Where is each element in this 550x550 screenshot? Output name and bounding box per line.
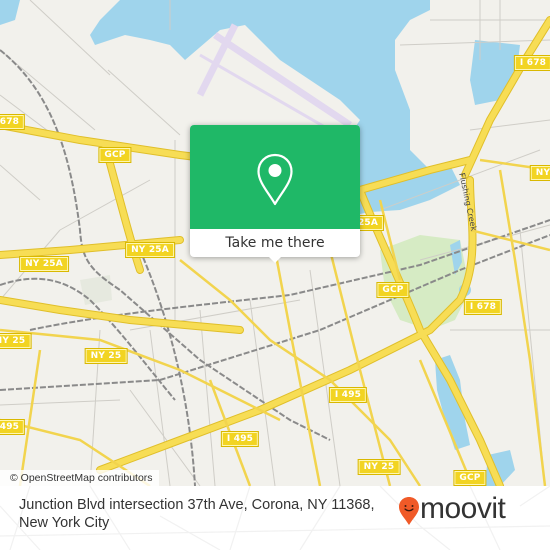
footer: Junction Blvd intersection 37th Ave, Cor… <box>0 486 550 550</box>
route-shield: I 495 <box>0 419 26 435</box>
map-pin-icon <box>257 153 293 206</box>
water-inlet-ne <box>470 40 520 105</box>
route-shield: I 678 <box>513 55 550 71</box>
route-shield: I 678 <box>463 299 503 315</box>
route-shield: NY <box>529 165 550 181</box>
map[interactable]: I 678 GCP NY 25A NY 25A NY 25 NY 25 I 49… <box>0 0 550 486</box>
route-shield: GCP <box>453 470 487 486</box>
popup-pointer <box>267 255 283 263</box>
route-shield: I 495 <box>220 431 260 447</box>
address-text: Junction Blvd intersection 37th Ave, Cor… <box>19 497 375 531</box>
route-shield: GCP <box>376 282 410 298</box>
route-shield: NY 25A <box>125 242 175 258</box>
route-shield: NY 25 <box>357 459 401 475</box>
route-shield: NY 25 <box>84 348 128 364</box>
map-attribution[interactable]: © OpenStreetMap contributors <box>0 470 159 486</box>
route-shield: NY 25A <box>19 256 69 272</box>
popup-header <box>190 125 360 229</box>
destination-popup[interactable]: Take me there <box>190 125 360 263</box>
water-nw <box>0 0 20 25</box>
route-shield: I 678 <box>0 114 26 130</box>
route-shield: NY 25 <box>0 333 32 349</box>
take-me-there-button[interactable]: Take me there <box>190 229 360 257</box>
route-shield: I 495 <box>328 387 368 403</box>
moovit-pin-icon <box>399 497 419 525</box>
moovit-wordmark: moovit <box>420 492 506 525</box>
route-shield: GCP <box>98 147 132 163</box>
